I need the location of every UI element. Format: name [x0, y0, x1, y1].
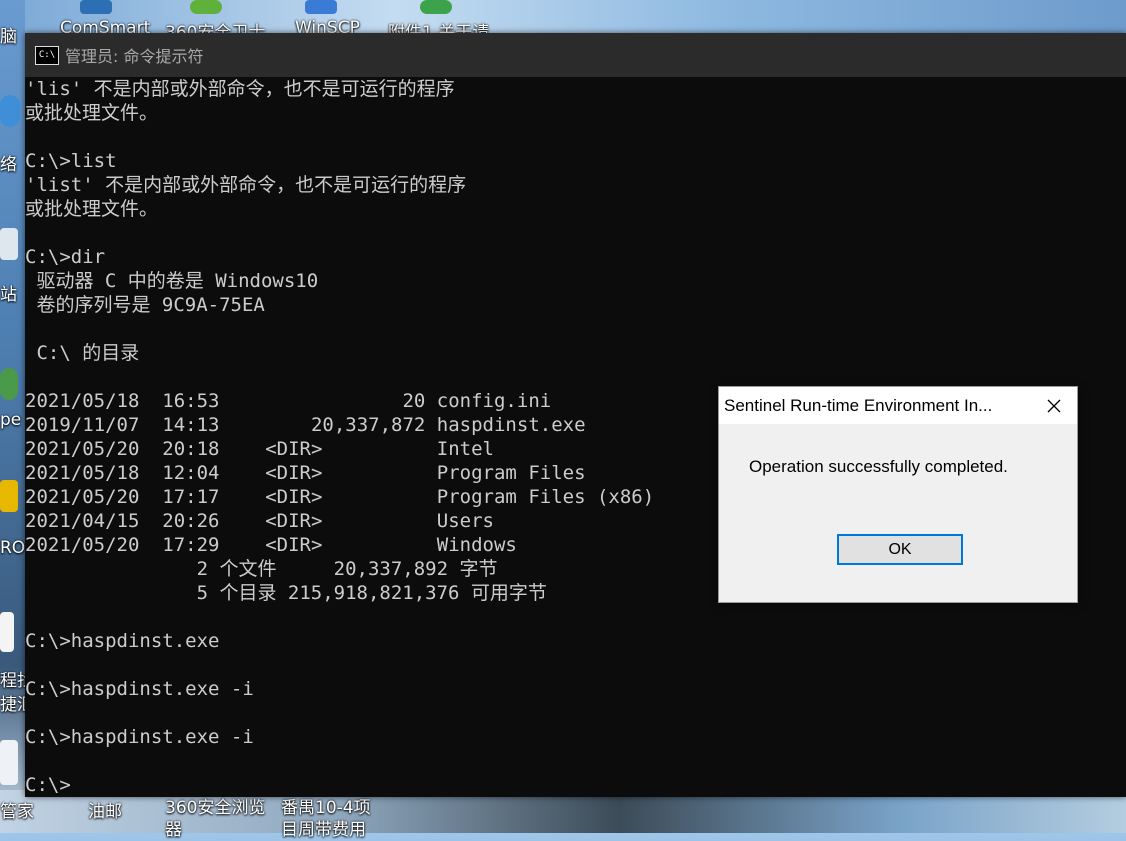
- console-line: 2021/05/18 16:53 20 config.ini: [25, 390, 552, 412]
- chart-app-icon[interactable]: [0, 740, 18, 785]
- console-line: 或批处理文件。: [25, 198, 159, 220]
- desktop-label-ro[interactable]: RO: [0, 538, 25, 558]
- network-icon[interactable]: [0, 95, 20, 127]
- console-line: 卷的序列号是 9C9A-75EA: [25, 294, 265, 316]
- window-title: 管理员: 命令提示符: [65, 47, 204, 66]
- console-line: 5 个目录 215,918,821,376 可用字节: [25, 582, 547, 604]
- console-line: 2 个文件 20,337,892 字节: [25, 558, 498, 580]
- console-prompt[interactable]: C:\>: [25, 773, 71, 797]
- console-line: 2021/05/20 17:17 <DIR> Program Files (x8…: [25, 486, 655, 508]
- console-line: 2021/05/20 17:29 <DIR> Windows: [25, 534, 517, 556]
- desktop-icon-mail[interactable]: 油邮: [88, 797, 122, 822]
- sentinel-dialog[interactable]: Sentinel Run-time Environment In... Oper…: [718, 386, 1078, 603]
- console-line: C:\>haspdinst.exe: [25, 630, 220, 652]
- dialog-title: Sentinel Run-time Environment In...: [724, 395, 993, 415]
- comsmart-icon[interactable]: [80, 0, 112, 14]
- winscp-icon[interactable]: [305, 0, 337, 14]
- spreadsheet-icon[interactable]: [0, 612, 14, 652]
- console-line: C:\ 的目录: [25, 342, 140, 364]
- desktop-icon-manager[interactable]: 管家: [0, 797, 34, 822]
- desktop-label-pe[interactable]: pe: [0, 410, 21, 430]
- desktop-icon-360-browser[interactable]: 360安全浏览器: [165, 797, 275, 841]
- console-line: 驱动器 C 中的卷是 Windows10: [25, 270, 319, 292]
- console-line: C:\>list: [25, 150, 117, 172]
- desktop-icon-fee-doc[interactable]: 番禺10-4项目周带费用: [281, 797, 381, 841]
- desktop-label-computer[interactable]: 脑: [0, 22, 17, 47]
- dialog-close-button[interactable]: [1031, 387, 1077, 424]
- console-line: 'list' 不是内部或外部命令，也不是可运行的程序: [25, 174, 467, 196]
- console-line: C:\>dir: [25, 246, 106, 268]
- console-line: 2019/11/07 14:13 20,337,872 haspdinst.ex…: [25, 414, 586, 436]
- console-line: 或批处理文件。: [25, 102, 159, 124]
- 360-security-icon[interactable]: [190, 0, 222, 14]
- user-icon[interactable]: [0, 368, 18, 400]
- close-icon: [1047, 399, 1061, 412]
- console-line: C:\>haspdinst.exe -i: [25, 726, 254, 748]
- desktop-label-recycle[interactable]: 站: [0, 280, 17, 305]
- app-icon[interactable]: [0, 480, 18, 512]
- cmd-icon: C:\: [35, 45, 59, 65]
- dialog-titlebar[interactable]: Sentinel Run-time Environment In...: [719, 387, 1077, 424]
- console-line: 2021/04/15 20:26 <DIR> Users: [25, 510, 494, 532]
- dialog-message: Operation successfully completed.: [749, 457, 1008, 476]
- desktop-label-network[interactable]: 络: [0, 150, 17, 175]
- ok-button[interactable]: OK: [837, 534, 963, 565]
- command-prompt-titlebar[interactable]: C:\ 管理员: 命令提示符: [25, 33, 1126, 77]
- console-line: C:\>haspdinst.exe -i: [25, 678, 254, 700]
- recycle-bin-icon[interactable]: [0, 228, 18, 260]
- console-line: 2021/05/18 12:04 <DIR> Program Files: [25, 462, 586, 484]
- wechat-file-icon[interactable]: [420, 0, 452, 14]
- console-line: 2021/05/20 20:18 <DIR> Intel: [25, 438, 494, 460]
- console-line: 'lis' 不是内部或外部命令，也不是可运行的程序: [25, 78, 455, 100]
